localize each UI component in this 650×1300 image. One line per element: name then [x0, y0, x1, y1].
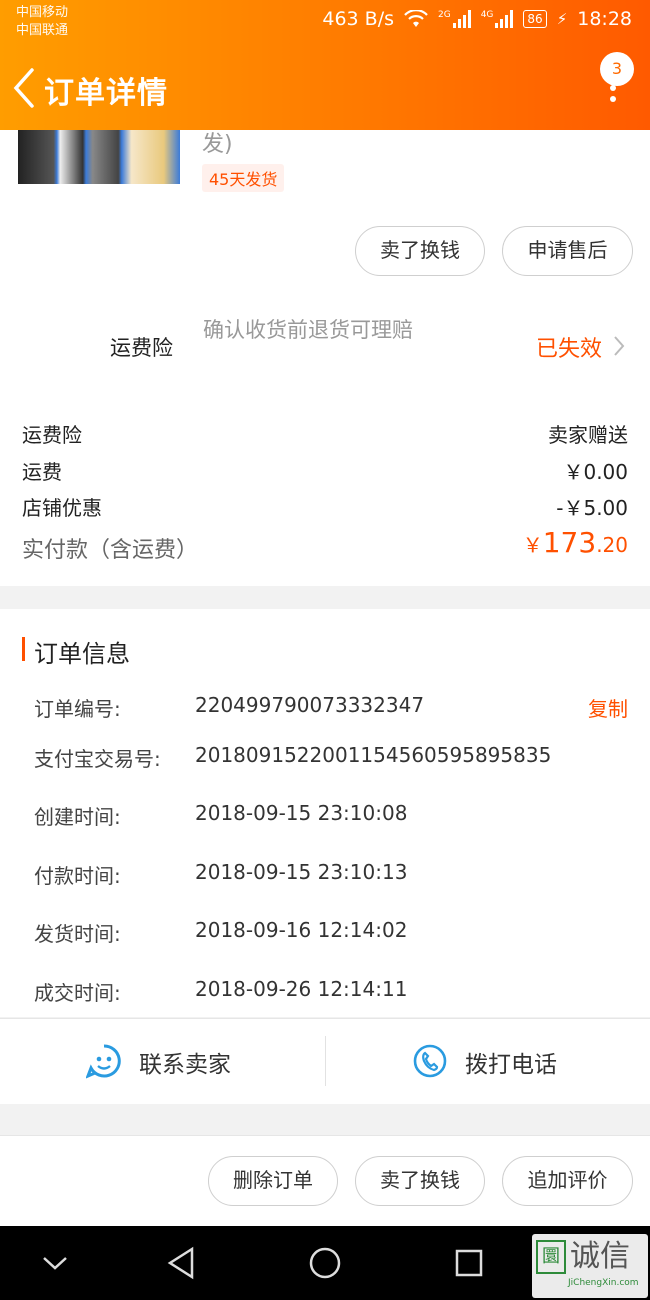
wifi-icon [404, 10, 428, 27]
carrier-2: 中国联通 [16, 23, 69, 38]
carrier-info: 中国移动 中国联通 [16, 4, 68, 40]
page-title: 订单详情 [44, 76, 168, 111]
add-review-button[interactable]: 追加评价 [502, 1156, 633, 1206]
total-label: 实付款（含运费） [22, 538, 199, 563]
nav-bar: 订单详情 3 [0, 52, 650, 118]
chevron-right-icon [614, 336, 625, 356]
chevron-down-icon[interactable] [40, 1253, 70, 1273]
watermark-domain: JiChengXin.com [568, 1278, 639, 1288]
contact-seller-label: 联系卖家 [139, 1052, 231, 1078]
contact-seller-button[interactable]: 联系卖家 [0, 1018, 324, 1104]
paid-time-value: 2018-09-15 23:10:13 [195, 860, 408, 884]
call-phone-button[interactable]: 拨打电话 [326, 1018, 650, 1104]
sell-for-cash-bottom-button[interactable]: 卖了换钱 [355, 1156, 485, 1206]
total-decimal: .20 [596, 533, 628, 557]
summary-label-0: 运费险 [22, 423, 82, 447]
system-nav-bar: 圜 诚信 JiChengXin.com [0, 1226, 650, 1300]
created-time-value: 2018-09-15 23:10:08 [195, 801, 408, 825]
back-triangle-icon[interactable] [166, 1246, 196, 1280]
created-time-label: 创建时间: [34, 805, 121, 829]
product-image-caption [18, 184, 180, 194]
sell-for-cash-button[interactable]: 卖了换钱 [355, 226, 485, 276]
total-integer: 173 [542, 526, 597, 559]
ship-time-tag: 45天发货 [202, 164, 285, 192]
battery-icon: 86 [523, 10, 547, 28]
product-image [18, 130, 180, 184]
product-thumbnail[interactable] [18, 130, 180, 194]
carrier-1: 中国移动 [16, 5, 69, 20]
completed-time-value: 2018-09-26 12:14:11 [195, 977, 408, 1001]
summary-value-2: -￥5.00 [556, 496, 628, 520]
paid-time-label: 付款时间: [34, 864, 121, 888]
alipay-no-value: 2018091522001154560595895835 [195, 743, 552, 767]
summary-label-2: 店铺优惠 [22, 496, 102, 520]
section-accent-bar [22, 637, 25, 661]
shipped-time-label: 发货时间: [34, 922, 121, 946]
summary-value-1: ￥0.00 [563, 460, 628, 484]
net-speed: 463 B/s [322, 8, 394, 30]
signal-icon-1: 2G [438, 10, 471, 28]
order-no-label: 订单编号: [34, 697, 121, 721]
alipay-no-label: 支付宝交易号: [34, 747, 161, 771]
watermark-logo: 圜 诚信 JiChengXin.com [532, 1234, 648, 1298]
back-button[interactable] [10, 66, 40, 110]
insurance-label: 运费险 [110, 336, 173, 360]
call-phone-label: 拨打电话 [465, 1052, 557, 1078]
watermark-emblem: 圜 [536, 1240, 566, 1274]
clock: 18:28 [577, 8, 632, 30]
summary-value-0: 卖家赠送 [548, 423, 628, 447]
total-amount: ￥173.20 [523, 526, 628, 559]
signal-tag-1: 2G [438, 10, 451, 20]
product-title-fragment[interactable]: 发) [202, 126, 233, 158]
charging-icon: ⚡ [556, 10, 568, 28]
insurance-status: 已失效 [536, 337, 603, 362]
recents-square-icon[interactable] [454, 1248, 484, 1278]
completed-time-label: 成交时间: [34, 981, 121, 1005]
status-indicators: 463 B/s 2G 4G 86 ⚡ 18:28 [322, 8, 632, 30]
delete-order-button[interactable]: 删除订单 [208, 1156, 338, 1206]
phone-icon [413, 1044, 447, 1078]
summary-label-1: 运费 [22, 460, 62, 484]
insurance-desc: 确认收货前退货可理赔 [203, 318, 413, 342]
order-info-title: 订单信息 [34, 640, 130, 668]
app-header: 中国移动 中国联通 463 B/s 2G 4G 86 ⚡ 18:28 订单详情 … [0, 0, 650, 130]
order-no-value: 220499790073332347 [195, 693, 425, 717]
home-circle-icon[interactable] [308, 1246, 342, 1280]
shipped-time-value: 2018-09-16 12:14:02 [195, 918, 408, 942]
copy-button[interactable]: 复制 [588, 693, 628, 722]
total-currency: ￥ [522, 533, 543, 557]
notification-badge[interactable]: 3 [600, 52, 634, 86]
after-sale-button[interactable]: 申请售后 [502, 226, 633, 276]
status-bar: 中国移动 中国联通 463 B/s 2G 4G 86 ⚡ 18:28 [0, 0, 650, 44]
signal-tag-2: 4G [480, 10, 494, 20]
watermark-brand: 诚信 [570, 1239, 630, 1274]
chevron-left-icon [13, 68, 34, 108]
signal-icon-2: 4G [481, 10, 514, 28]
chat-face-icon [86, 1044, 121, 1079]
